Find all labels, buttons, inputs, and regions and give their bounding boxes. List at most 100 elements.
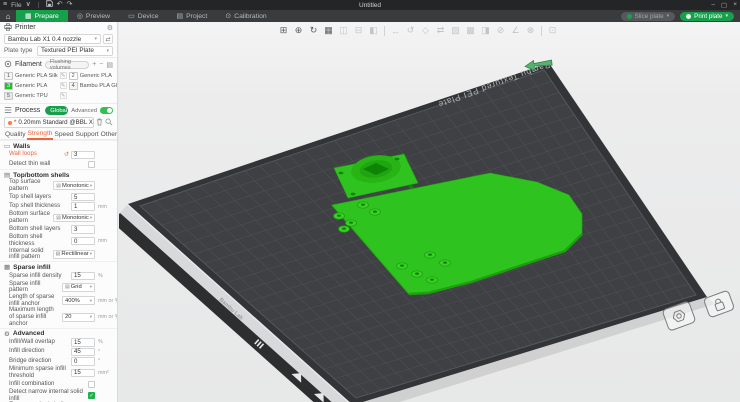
param-select[interactable]: 400% ▾ (62, 296, 95, 305)
remove-filament-icon[interactable]: − (99, 61, 103, 68)
standoff-boss (426, 276, 438, 284)
plate-type-select[interactable]: Textured PEI Plate ▾ (37, 45, 113, 56)
param-label: Internal solid infill pattern (9, 246, 44, 261)
print-dropdown-icon[interactable]: ▾ (725, 13, 728, 19)
param-input[interactable]: 15 (71, 338, 95, 347)
slice-plate-button[interactable]: Slice plate ▾ (620, 11, 676, 21)
filament-color-swatch[interactable]: 2 (68, 71, 78, 80)
file-menu-caret-icon[interactable]: ∨ (26, 0, 31, 10)
tab-device[interactable]: ▭ Device (119, 10, 167, 22)
undo-icon[interactable]: ↶ (57, 0, 63, 10)
auto-orient-icon[interactable]: ↻ (307, 24, 320, 37)
printer-settings-icon[interactable]: ⚙ (107, 24, 113, 32)
slice-dropdown-icon[interactable]: ▾ (667, 13, 670, 19)
printer-sync-icon[interactable]: ⇄ (103, 34, 113, 44)
file-menu[interactable]: File (11, 2, 21, 9)
tab-label: Calibration (234, 12, 267, 20)
edit-filament-icon[interactable]: ✎ (59, 72, 67, 79)
reset-value-icon[interactable]: ↺ (64, 151, 69, 158)
filament-color-swatch[interactable]: 1 (4, 71, 13, 80)
param-checkbox[interactable]: ✓ (88, 392, 95, 400)
param-unit: mm or % (98, 314, 118, 321)
home-icon[interactable]: ⌂ (0, 10, 16, 22)
param-input[interactable]: 3 (71, 225, 95, 234)
param-input[interactable]: 0 (71, 236, 95, 246)
modified-dot-icon (8, 120, 12, 125)
param-select[interactable]: ▤ Grid ▾ (62, 283, 95, 292)
standoff-boss (369, 208, 381, 216)
param-input-value: 1 (74, 203, 78, 211)
param-label: Top surface pattern (9, 178, 41, 192)
param-input-value: 3 (74, 226, 78, 234)
tab-preview[interactable]: ◎ Preview (68, 10, 119, 22)
scope-global-button[interactable]: Global (45, 106, 69, 115)
filament-item[interactable]: 2Generic PLA✎ (68, 71, 117, 80)
tab-calibration[interactable]: ⊙ Calibration (216, 10, 275, 22)
process-tab-quality[interactable]: Quality (4, 130, 27, 139)
tab-device-icon: ▭ (128, 13, 135, 20)
param-input[interactable]: 0 (71, 357, 95, 366)
param-input[interactable]: 3 (71, 150, 95, 159)
filament-color-swatch[interactable]: 5 (4, 91, 13, 100)
param-select[interactable]: ▤ Monotonic ▾ (53, 181, 95, 190)
edit-filament-icon[interactable]: ✎ (59, 82, 67, 89)
filament-section-header: Filament Flushing volumes + − ▤ (0, 59, 117, 71)
arrange-icon[interactable]: ▦ (322, 24, 335, 37)
flushing-volumes-button[interactable]: Flushing volumes (44, 59, 90, 71)
param-input-value: 45 (74, 348, 81, 356)
process-tab-others[interactable]: Others (100, 130, 117, 139)
viewport-3d[interactable]: ⊞ ⊕ ↻ ▦ ◫ ⊟ ◧ ↔ ↺ ◇ ⇄ ▨ ▩ ◨ ⊘ ∠ ⊗ ⊡ Bambu Textured PEI Pl… (119, 22, 740, 402)
app-menu-icon[interactable]: ≡ (3, 0, 7, 10)
param-checkbox[interactable] (88, 380, 95, 388)
add-filament-icon[interactable]: + (92, 61, 96, 68)
add-icon[interactable]: ⊞ (277, 24, 290, 37)
param-section-header: ⚙ Advanced (0, 327, 117, 338)
standoff-boss (357, 201, 369, 209)
filament-item[interactable]: 3 Generic PLA ✎ (4, 81, 67, 90)
print-plate-button[interactable]: Print plate ▾ (680, 11, 734, 21)
filament-item[interactable]: 4Bambu PLA Glow✎ (68, 81, 117, 90)
param-select[interactable]: ▤ Rectilinear ▾ (52, 250, 95, 259)
filament-settings-icon[interactable]: ▤ (106, 61, 113, 69)
param-select[interactable]: 20 ▾ (62, 313, 95, 322)
param-label: Top shell thickness (9, 202, 61, 210)
edit-filament-icon[interactable]: ✎ (59, 92, 67, 99)
filament-color-swatch[interactable]: 3 (4, 81, 13, 90)
param-input[interactable]: 5 (71, 192, 95, 202)
close-button[interactable]: × (733, 1, 737, 9)
filament-item[interactable]: 5 Generic TPU ✎ (4, 91, 67, 100)
param-control: 400% ▾ mm or % (62, 296, 117, 305)
advanced-label: Advanced (71, 107, 97, 114)
param-select[interactable]: ▤ Monotonic ▾ (53, 213, 95, 223)
filament-item[interactable]: 1 Generic PLA Silk ✎ (4, 71, 67, 80)
tab-project[interactable]: ▤ Project (168, 10, 217, 22)
advanced-toggle[interactable] (100, 107, 113, 114)
search-preset-icon[interactable] (105, 117, 113, 128)
param-input[interactable]: 15 (71, 368, 95, 377)
param-input[interactable]: 15 (71, 271, 95, 281)
restore-button[interactable]: ▢ (721, 1, 727, 9)
tab-label: Project (186, 12, 208, 20)
process-tab-strength[interactable]: Strength (26, 129, 54, 140)
section-icon: ▭ (4, 143, 11, 150)
add-plate-icon[interactable]: ⊕ (292, 24, 305, 37)
standoff-boss (338, 225, 350, 233)
param-input[interactable]: 45 (71, 347, 95, 357)
printer-icon (4, 22, 12, 33)
delete-preset-icon[interactable] (96, 118, 103, 128)
process-preset-select[interactable]: * 0.20mm Standard @BBL X1 (4, 117, 94, 128)
process-tab-support[interactable]: Support (75, 130, 100, 139)
redo-icon[interactable]: ↷ (67, 0, 73, 10)
printer-preset-select[interactable]: Bambu Lab X1 0.4 nozzle ▾ (4, 34, 101, 44)
filament-color-swatch[interactable]: 4 (68, 81, 78, 90)
minimize-button[interactable]: – (711, 1, 715, 9)
param-input[interactable]: 1 (71, 202, 95, 211)
save-icon[interactable] (45, 0, 53, 11)
param-label: Bottom shell thickness (9, 233, 43, 248)
param-label: Maximum length of sparse infill anchor (9, 306, 54, 327)
window-title: Untitled (358, 1, 382, 9)
param-checkbox[interactable] (88, 160, 95, 168)
process-tab-speed[interactable]: Speed (53, 130, 74, 139)
tab-prepare[interactable]: ▦ Prepare (16, 10, 68, 22)
plate-lock-icon[interactable] (703, 290, 735, 318)
